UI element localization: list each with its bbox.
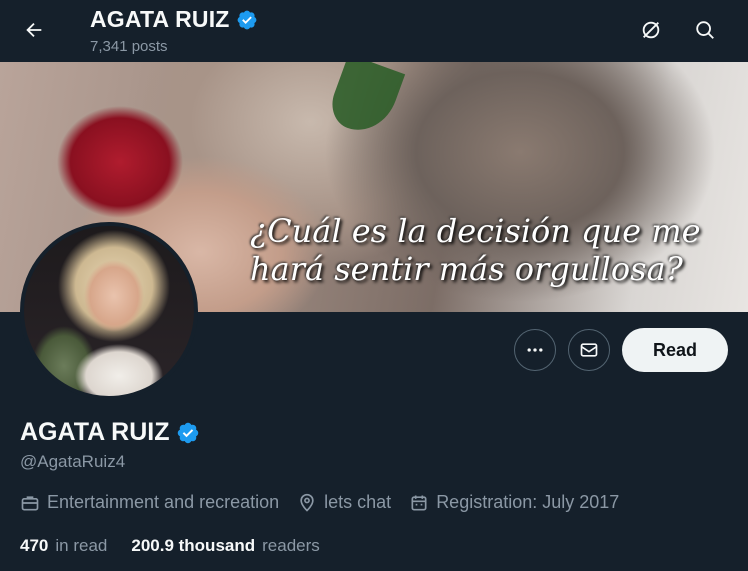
header-title: AGATA RUIZ bbox=[90, 6, 258, 33]
more-button[interactable] bbox=[514, 329, 556, 371]
more-dots-icon bbox=[527, 348, 543, 352]
verified-badge-icon[interactable] bbox=[176, 421, 200, 445]
banner-leaf-decoration bbox=[324, 62, 406, 141]
follow-button[interactable]: Read bbox=[622, 328, 728, 372]
avatar-image bbox=[20, 222, 198, 400]
profile-actions: Read bbox=[514, 328, 728, 372]
profile-handle: @AgataRuiz4 bbox=[20, 452, 126, 471]
post-count: 7,341 posts bbox=[90, 38, 168, 55]
banner-overlay-text: ¿Cuál es la decisión que me hará sentir … bbox=[250, 212, 730, 288]
arrow-left-icon bbox=[26, 22, 42, 38]
calendar-icon bbox=[411, 495, 427, 510]
grok-icon bbox=[642, 21, 660, 39]
envelope-icon bbox=[580, 343, 598, 357]
grok-button[interactable] bbox=[633, 12, 669, 48]
location-item: lets chat bbox=[297, 492, 391, 513]
location-pin-icon bbox=[300, 493, 314, 512]
message-button[interactable] bbox=[568, 329, 610, 371]
briefcase-icon bbox=[21, 495, 39, 510]
followers-label: readers bbox=[262, 536, 320, 555]
profile-name-text: AGATA RUIZ bbox=[20, 418, 170, 446]
following-label: in read bbox=[55, 536, 108, 555]
banner-text-line2: hará sentir más orgullosa? bbox=[250, 250, 683, 288]
followers-stat[interactable]: 200.9 thousand readers bbox=[131, 536, 319, 556]
category-text: Entertainment and recreation bbox=[47, 492, 280, 512]
profile-meta: Entertainment and recreation lets chat R… bbox=[20, 492, 619, 513]
search-button[interactable] bbox=[687, 12, 723, 48]
following-stat[interactable]: 470 in read bbox=[20, 536, 107, 556]
banner-text-line1: ¿Cuál es la decisión que me bbox=[250, 212, 701, 250]
following-count: 470 bbox=[20, 536, 49, 555]
verified-badge-icon bbox=[237, 10, 256, 29]
joined-item: Registration: July 2017 bbox=[409, 492, 619, 513]
header-name: AGATA RUIZ bbox=[90, 6, 230, 32]
search-icon bbox=[696, 21, 714, 39]
back-button[interactable] bbox=[18, 14, 50, 46]
avatar[interactable] bbox=[20, 222, 198, 400]
profile-stats: 470 in read 200.9 thousand readers bbox=[20, 536, 320, 556]
location-text: lets chat bbox=[324, 492, 392, 512]
joined-text: Registration: July 2017 bbox=[436, 492, 620, 512]
profile-name: AGATA RUIZ bbox=[20, 418, 200, 447]
top-bar: AGATA RUIZ 7,341 posts bbox=[0, 0, 748, 62]
category-item: Entertainment and recreation bbox=[20, 492, 279, 513]
followers-count: 200.9 thousand bbox=[131, 536, 256, 555]
